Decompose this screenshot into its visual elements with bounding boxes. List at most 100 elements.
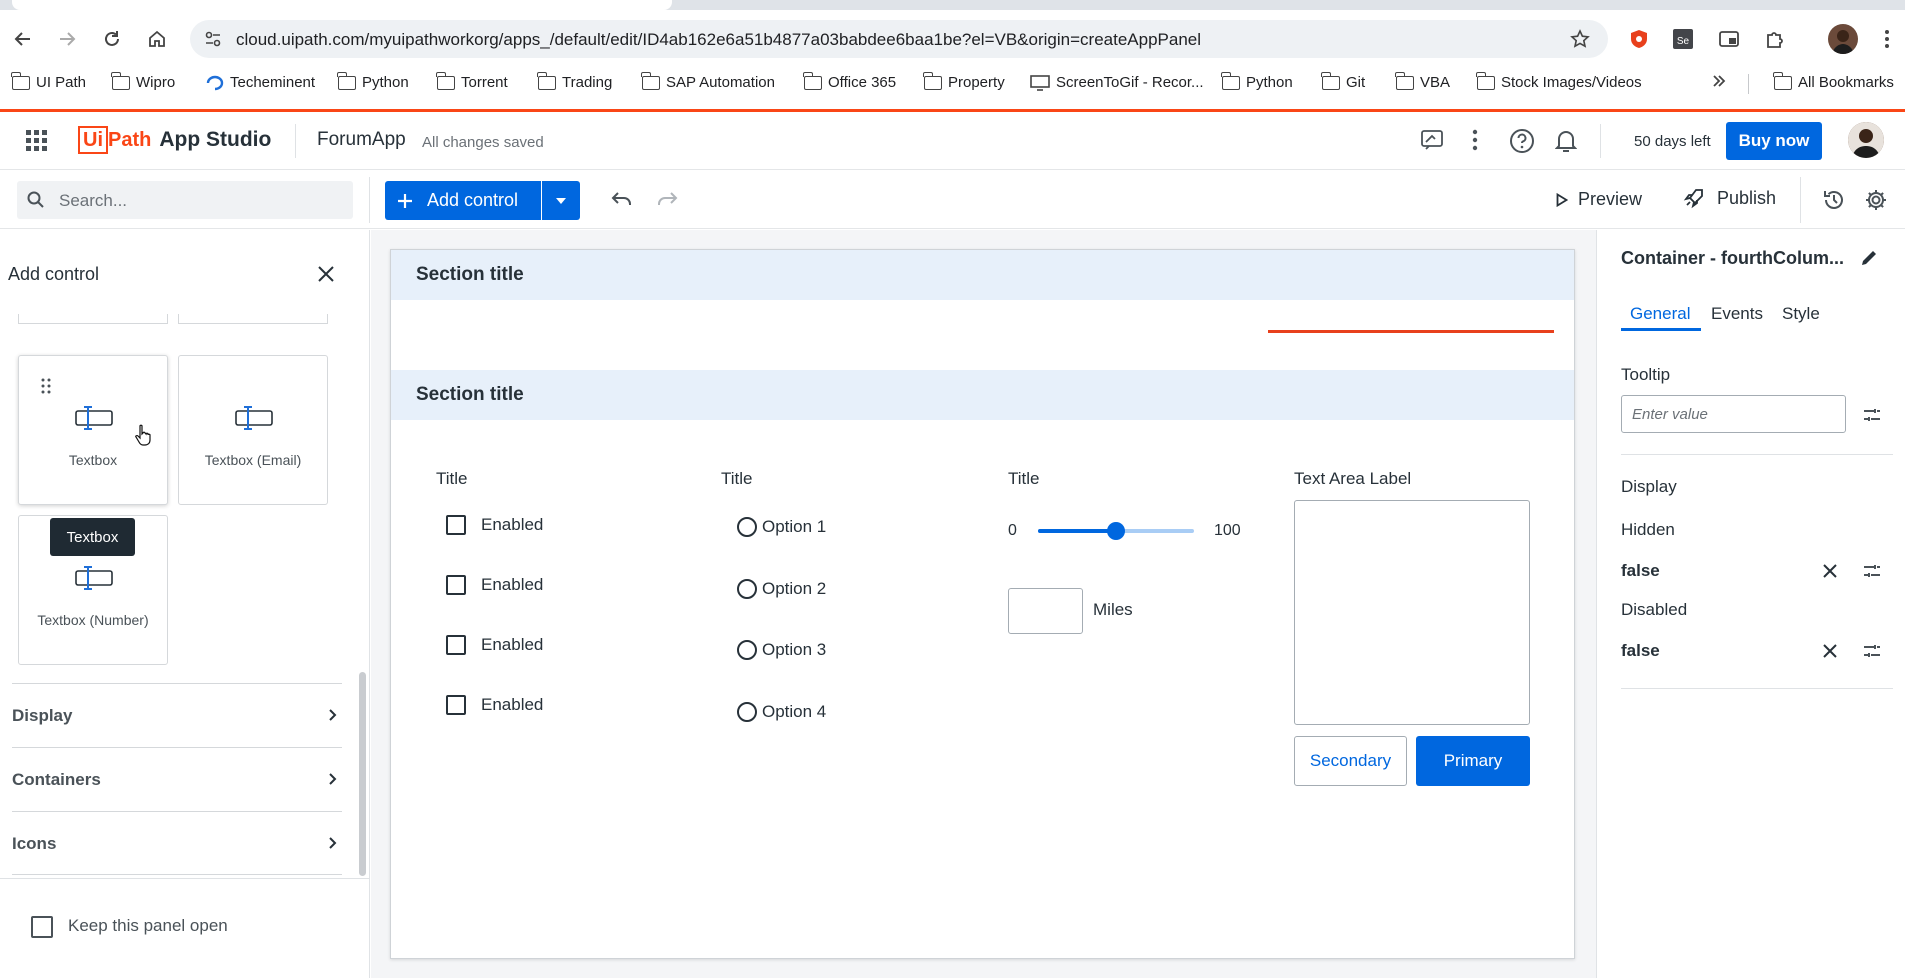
disabled-value[interactable]: false: [1621, 641, 1660, 661]
bookmark-item[interactable]: Office 365: [803, 71, 896, 91]
buy-now-button[interactable]: Buy now: [1726, 122, 1822, 160]
control-tile-partial[interactable]: [178, 314, 328, 324]
radio-label: Option 3: [762, 640, 827, 659]
edit-pencil-icon[interactable]: [1859, 248, 1879, 268]
home-icon[interactable]: [142, 24, 172, 54]
section-header[interactable]: Section title: [391, 370, 1574, 420]
reload-icon[interactable]: [97, 24, 127, 54]
version-history-icon[interactable]: [1822, 188, 1846, 212]
bookmark-item[interactable]: Techeminent: [206, 74, 315, 91]
back-icon[interactable]: [8, 24, 38, 54]
browser-menu-icon[interactable]: [1874, 26, 1900, 52]
logo-ui: Ui: [78, 126, 108, 154]
disabled-label: Disabled: [1621, 600, 1688, 619]
checkbox[interactable]: [446, 575, 466, 595]
undo-icon[interactable]: [610, 189, 634, 209]
bookmark-item[interactable]: UI Path: [11, 71, 86, 91]
clear-icon[interactable]: [1823, 564, 1837, 578]
redo-icon[interactable]: [655, 189, 679, 209]
keep-open-checkbox[interactable]: [31, 916, 53, 938]
slider-thumb[interactable]: [1107, 522, 1125, 540]
accordion-icons[interactable]: Icons: [12, 811, 342, 875]
bookmark-label: Wipro: [136, 74, 176, 91]
control-tile-partial[interactable]: [18, 314, 168, 324]
bookmark-item[interactable]: Python: [1221, 71, 1293, 91]
extension-red-icon[interactable]: [1626, 26, 1652, 52]
bookmark-item[interactable]: VBA: [1395, 71, 1450, 91]
tab-strip: [0, 0, 1905, 10]
bookmark-star-icon[interactable]: [1570, 29, 1590, 49]
slider-track[interactable]: [1038, 522, 1194, 540]
more-bookmarks-icon[interactable]: [1712, 74, 1726, 88]
checkbox[interactable]: [446, 635, 466, 655]
active-tab-indicator: [1621, 328, 1701, 331]
expression-editor-icon[interactable]: [1863, 565, 1881, 577]
text-area[interactable]: [1294, 500, 1530, 725]
selenium-extension-icon[interactable]: Se: [1670, 26, 1696, 52]
hidden-value[interactable]: false: [1621, 561, 1660, 581]
checkbox[interactable]: [446, 695, 466, 715]
close-icon[interactable]: [316, 264, 336, 284]
forward-icon[interactable]: [52, 24, 82, 54]
radio-button[interactable]: [737, 517, 757, 537]
bookmark-item[interactable]: Python: [337, 71, 409, 91]
extensions-puzzle-icon[interactable]: [1762, 26, 1788, 52]
add-control-dropdown[interactable]: [542, 181, 580, 220]
secondary-button[interactable]: Secondary: [1294, 736, 1407, 786]
feedback-icon[interactable]: [1420, 129, 1444, 151]
radio-button[interactable]: [737, 579, 757, 599]
textbox-tooltip: Textbox: [50, 518, 135, 556]
app-header: Ui Path App Studio ForumApp All changes …: [0, 112, 1905, 170]
editor-toolbar: Search... Add control Preview Publish: [0, 171, 1905, 229]
bookmark-item[interactable]: Property: [923, 71, 1005, 91]
primary-button[interactable]: Primary: [1416, 736, 1530, 786]
all-bookmarks[interactable]: All Bookmarks: [1773, 71, 1894, 91]
active-tab[interactable]: [12, 0, 672, 10]
add-control-button[interactable]: Add control: [385, 181, 541, 220]
preview-button[interactable]: Preview: [1556, 189, 1642, 210]
search-input[interactable]: Search...: [17, 181, 353, 219]
checkbox[interactable]: [446, 515, 466, 535]
expression-editor-icon[interactable]: [1863, 645, 1881, 657]
control-tile-textbox[interactable]: Textbox: [18, 355, 168, 505]
notifications-bell-icon[interactable]: [1555, 128, 1577, 154]
tooltip-input[interactable]: Enter value: [1621, 395, 1846, 433]
accordion-containers[interactable]: Containers: [12, 747, 342, 811]
tab-style[interactable]: Style: [1782, 304, 1820, 324]
bookmark-item[interactable]: Stock Images/Videos: [1476, 71, 1642, 91]
app-launcher-icon[interactable]: [26, 130, 48, 152]
expression-editor-icon[interactable]: [1863, 409, 1881, 421]
header-divider: [1600, 124, 1601, 158]
tab-general[interactable]: General: [1630, 304, 1690, 324]
bookmark-item[interactable]: Torrent: [436, 71, 508, 91]
tab-events[interactable]: Events: [1711, 304, 1763, 324]
publish-button[interactable]: Publish: [1683, 187, 1776, 209]
project-name[interactable]: ForumApp: [317, 129, 406, 151]
user-avatar[interactable]: [1848, 122, 1884, 158]
bookmark-item[interactable]: ScreenToGif - Recor...: [1030, 74, 1204, 91]
profile-avatar[interactable]: [1828, 24, 1858, 54]
bookmark-item[interactable]: Wipro: [111, 71, 176, 91]
settings-gear-icon[interactable]: [1864, 188, 1888, 212]
address-bar[interactable]: cloud.uipath.com/myuipathworkorg/apps_/d…: [190, 20, 1608, 58]
help-icon[interactable]: [1509, 128, 1535, 154]
clear-icon[interactable]: [1823, 644, 1837, 658]
drag-handle-icon[interactable]: [41, 378, 51, 394]
picture-in-picture-icon[interactable]: [1716, 26, 1742, 52]
radio-button[interactable]: [737, 640, 757, 660]
bookmark-item[interactable]: Trading: [537, 71, 612, 91]
more-vertical-icon[interactable]: [1472, 129, 1478, 151]
app-page-canvas[interactable]: Section title Section title Title Enable…: [390, 249, 1575, 959]
control-tile-textbox-email[interactable]: Textbox (Email): [178, 355, 328, 505]
section-header[interactable]: Section title: [391, 250, 1574, 300]
site-info-icon[interactable]: [204, 30, 222, 48]
url-text: cloud.uipath.com/myuipathworkorg/apps_/d…: [236, 30, 1202, 49]
radio-button[interactable]: [737, 702, 757, 722]
scrollbar-thumb[interactable]: [359, 672, 366, 876]
number-input[interactable]: [1008, 588, 1083, 634]
accordion-display[interactable]: Display: [12, 683, 342, 747]
bookmark-item[interactable]: Git: [1321, 71, 1365, 91]
keep-open-label: Keep this panel open: [68, 916, 228, 935]
uipath-logo[interactable]: Ui Path App Studio: [78, 126, 271, 154]
bookmark-item[interactable]: SAP Automation: [641, 71, 775, 91]
